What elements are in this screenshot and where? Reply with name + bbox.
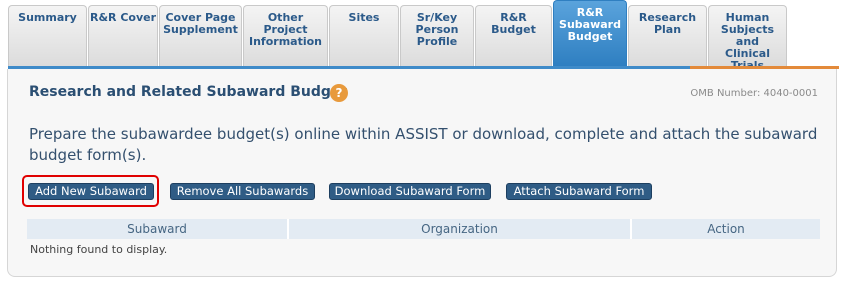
tab-rr-cover[interactable]: R&R Cover [88,5,158,66]
download-subaward-form-button[interactable]: Download Subaward Form [329,183,491,200]
page-description: Prepare the subawardee budget(s) online … [29,125,818,164]
tab-human-subjects-clinical-trials[interactable]: Human Subjects and Clinical Trials [708,5,787,72]
tab-rr-subaward-budget[interactable]: R&R Subaward Budget [553,0,627,66]
column-header-subaward[interactable]: Subaward [27,219,289,239]
table-header: Subaward Organization Action [27,219,820,239]
remove-all-subawards-button[interactable]: Remove All Subawards [170,183,315,200]
tab-sr-key-person-profile[interactable]: Sr/Key Person Profile [400,5,474,66]
column-header-organization[interactable]: Organization [289,219,632,239]
tab-sites[interactable]: Sites [329,5,399,66]
tab-rr-budget[interactable]: R&R Budget [475,5,552,66]
subaward-table: Subaward Organization Action Nothing fou… [27,219,820,260]
omb-number: OMB Number: 4040-0001 [690,88,818,99]
help-icon[interactable]: ? [330,84,348,102]
tab-research-plan[interactable]: Research Plan [628,5,707,66]
tab-summary[interactable]: Summary [8,5,87,66]
add-new-subaward-button[interactable]: Add New Subaward [28,183,154,200]
empty-table-message: Nothing found to display. [30,243,168,256]
tab-bar: Summary R&R Cover Cover Page Supplement … [8,0,788,72]
attach-subaward-form-button[interactable]: Attach Subaward Form [506,183,652,200]
tab-cover-page-supplement[interactable]: Cover Page Supplement [159,5,242,66]
column-header-action: Action [707,222,745,236]
page-title: Research and Related Subaward Budget [29,84,348,100]
tab-other-project-information[interactable]: Other Project Information [243,5,328,66]
